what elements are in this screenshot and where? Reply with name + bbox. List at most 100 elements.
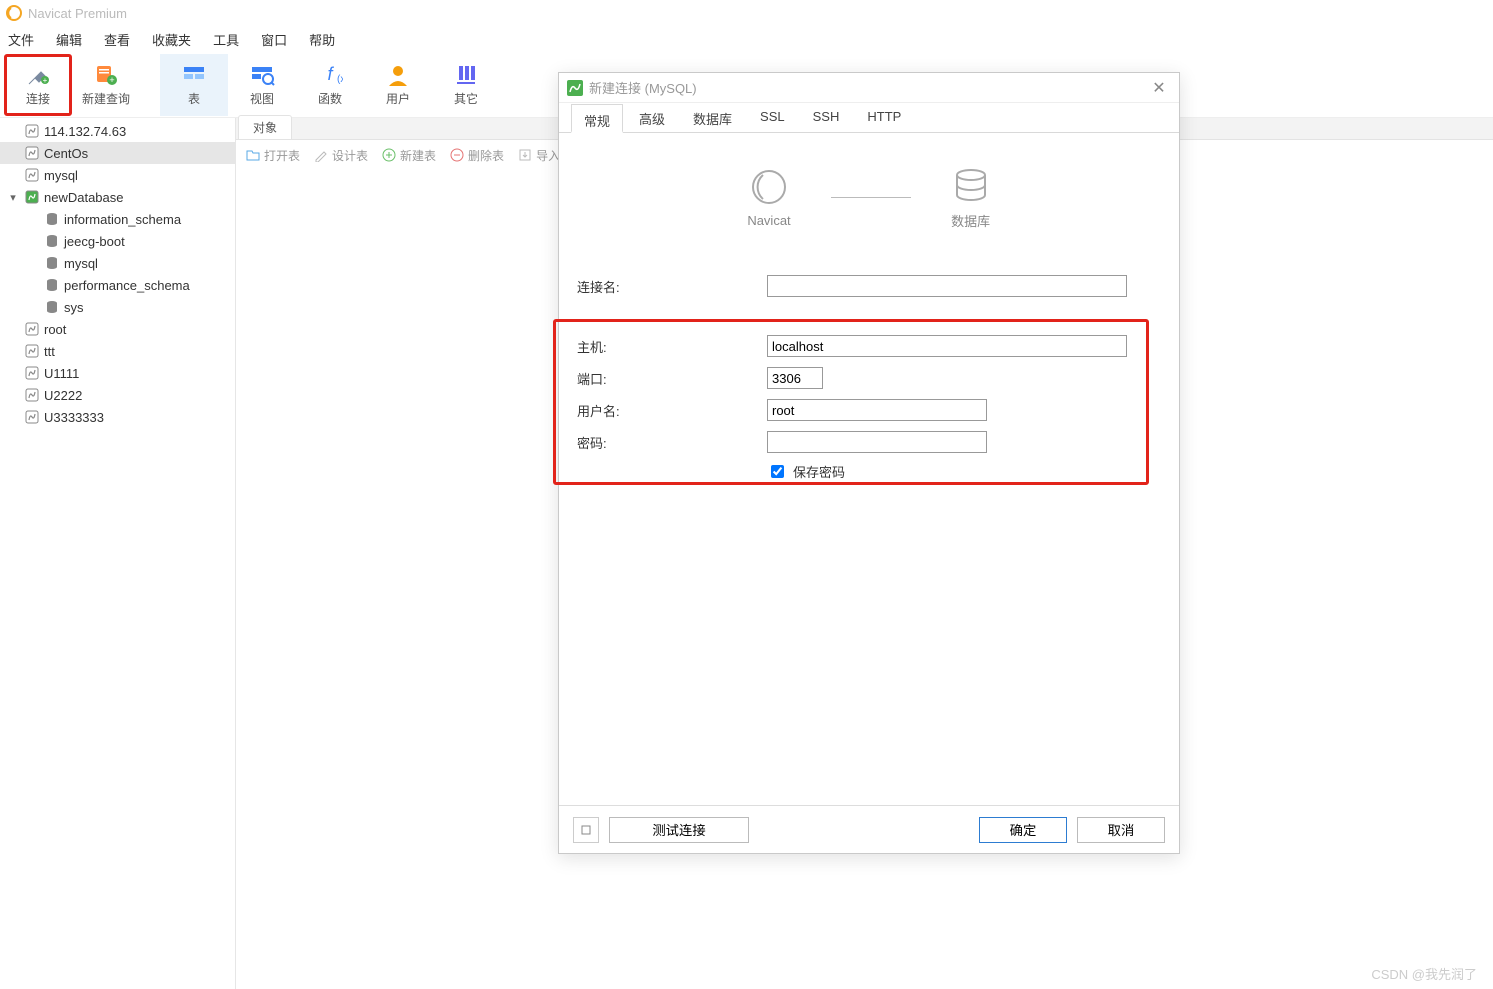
tree-item[interactable]: CentOs [0,142,235,164]
cancel-button[interactable]: 取消 [1077,817,1165,843]
save-password-label: 保存密码 [793,462,845,481]
other-label: 其它 [454,90,478,107]
conn-icon [24,123,40,139]
tree-item[interactable]: sys [0,296,235,318]
user-input[interactable] [767,399,987,421]
conn-name-input[interactable] [767,275,1127,297]
minus-circle-icon [450,148,464,162]
pin-button[interactable] [573,817,599,843]
table-icon [181,62,207,88]
tree-item[interactable]: U1111 [0,362,235,384]
tree-item[interactable]: mysql [0,252,235,274]
connect-button[interactable]: + 连接 [4,54,72,116]
menu-file[interactable]: 文件 [8,30,34,49]
tree-item[interactable]: U2222 [0,384,235,406]
pencil-icon [314,148,328,162]
password-input[interactable] [767,431,987,453]
new-query-label: 新建查询 [82,90,130,107]
table-label: 表 [188,90,200,107]
connection-graphic: Navicat 数据库 [577,165,1161,230]
host-input[interactable] [767,335,1127,357]
mysql-icon [567,80,583,96]
test-connection-button[interactable]: 测试连接 [609,817,749,843]
host-label: 主机: [577,337,767,356]
conn-icon [24,387,40,403]
objects-tab[interactable]: 对象 [238,115,292,139]
port-input[interactable] [767,367,823,389]
database-icon [44,233,60,249]
view-label: 视图 [250,90,274,107]
tree-item-label: U2222 [44,388,82,403]
conn-icon [24,409,40,425]
database-icon [44,299,60,315]
watermark: CSDN @我先润了 [1371,964,1477,983]
app-icon [6,5,22,21]
view-icon [249,62,275,88]
other-icon [453,62,479,88]
titlebar: Navicat Premium [0,0,1493,26]
user-label: 用户 [386,90,410,107]
plug-icon: + [25,62,51,88]
delete-table-button[interactable]: 删除表 [450,147,504,164]
tab-ssl[interactable]: SSL [748,103,797,132]
tree-item[interactable]: performance_schema [0,274,235,296]
table-button[interactable]: 表 [160,54,228,116]
expand-icon[interactable]: ▾ [6,191,20,204]
plus-circle-icon [382,148,396,162]
tab-http[interactable]: HTTP [855,103,913,132]
tree-item[interactable]: root [0,318,235,340]
open-table-button[interactable]: 打开表 [246,147,300,164]
menubar: 文件 编辑 查看 收藏夹 工具 窗口 帮助 [0,26,1493,52]
database-node-icon [951,165,991,205]
menu-tools[interactable]: 工具 [213,30,239,49]
tab-general[interactable]: 常规 [571,104,623,133]
password-label: 密码: [577,433,767,452]
new-query-icon: + [93,62,119,88]
tree-item[interactable]: U3333333 [0,406,235,428]
tree-item[interactable]: information_schema [0,208,235,230]
connect-label: 连接 [26,90,50,107]
tab-ssh[interactable]: SSH [801,103,852,132]
menu-edit[interactable]: 编辑 [56,30,82,49]
tree-item[interactable]: 114.132.74.63 [0,120,235,142]
new-connection-dialog: 新建连接 (MySQL) ✕ 常规 高级 数据库 SSL SSH HTTP Na… [558,72,1180,854]
tree-item[interactable]: ttt [0,340,235,362]
new-query-button[interactable]: + 新建查询 [72,54,140,116]
svg-text:+: + [43,76,48,85]
design-table-button[interactable]: 设计表 [314,147,368,164]
tree-item-label: information_schema [64,212,181,227]
menu-help[interactable]: 帮助 [309,30,335,49]
tree-item-label: mysql [64,256,98,271]
dialog-titlebar[interactable]: 新建连接 (MySQL) ✕ [559,73,1179,103]
other-button[interactable]: 其它 [432,54,500,116]
tree-item-label: mysql [44,168,78,183]
svg-text:f: f [327,64,334,84]
function-button[interactable]: f(x) 函数 [296,54,364,116]
tree-item[interactable]: mysql [0,164,235,186]
dialog-close-button[interactable]: ✕ [1147,78,1171,98]
menu-view[interactable]: 查看 [104,30,130,49]
conn-name-label: 连接名: [577,277,767,296]
tab-database[interactable]: 数据库 [681,103,744,132]
import-icon [518,148,532,162]
tree-item-label: sys [64,300,84,315]
menu-window[interactable]: 窗口 [261,30,287,49]
tree-item-label: CentOs [44,146,88,161]
connection-line [831,197,911,198]
tree-item-label: root [44,322,66,337]
menu-favorites[interactable]: 收藏夹 [152,30,191,49]
ok-button[interactable]: 确定 [979,817,1067,843]
dialog-tabs: 常规 高级 数据库 SSL SSH HTTP [559,103,1179,133]
new-table-button[interactable]: 新建表 [382,147,436,164]
view-button[interactable]: 视图 [228,54,296,116]
import-button[interactable]: 导入 [518,147,560,164]
dialog-title: 新建连接 (MySQL) [589,78,1147,97]
save-password-checkbox[interactable] [771,465,784,478]
user-button[interactable]: 用户 [364,54,432,116]
tab-advanced[interactable]: 高级 [627,103,677,132]
tree-item[interactable]: jeecg-boot [0,230,235,252]
tree-item[interactable]: ▾newDatabase [0,186,235,208]
dialog-footer: 测试连接 确定 取消 [559,805,1179,853]
connection-tree[interactable]: 114.132.74.63 CentOs mysql ▾newDatabase info… [0,118,236,989]
tree-item-label: U3333333 [44,410,104,425]
